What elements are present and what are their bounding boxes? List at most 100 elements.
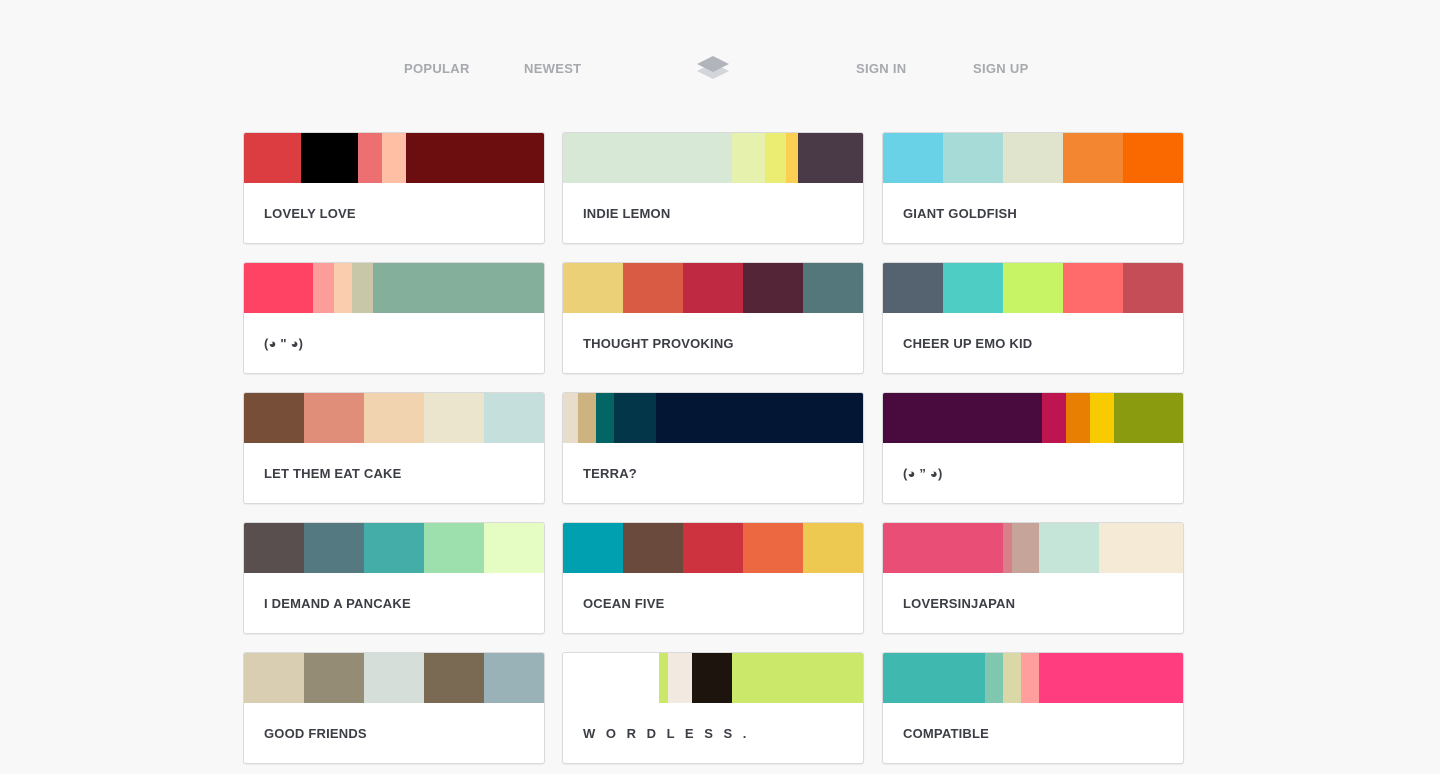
- palette-title[interactable]: W O R D L E S S .: [583, 726, 750, 742]
- color-swatch[interactable]: [424, 393, 484, 443]
- color-swatch[interactable]: [743, 263, 803, 313]
- color-swatch[interactable]: [943, 263, 1003, 313]
- palette-title[interactable]: INDIE LEMON: [583, 206, 670, 222]
- color-swatch[interactable]: [1039, 653, 1183, 703]
- color-swatch[interactable]: [301, 133, 358, 183]
- color-swatch[interactable]: [334, 263, 352, 313]
- color-swatch[interactable]: [683, 263, 743, 313]
- color-swatch[interactable]: [484, 523, 544, 573]
- palette-card[interactable]: GIANT GOLDFISH: [882, 132, 1184, 244]
- color-swatch[interactable]: [563, 393, 578, 443]
- color-swatch[interactable]: [743, 523, 803, 573]
- color-swatch[interactable]: [732, 133, 765, 183]
- nav-popular-link[interactable]: POPULAR: [404, 61, 470, 77]
- palette-title[interactable]: GOOD FRIENDS: [264, 726, 367, 742]
- color-swatch[interactable]: [786, 133, 798, 183]
- color-swatch[interactable]: [1003, 523, 1012, 573]
- palette-card[interactable]: OCEAN FIVE: [562, 522, 864, 634]
- palette-title[interactable]: COMPATIBLE: [903, 726, 989, 742]
- palette-card[interactable]: LOVELY LOVE: [243, 132, 545, 244]
- color-swatch[interactable]: [1021, 653, 1039, 703]
- color-swatch[interactable]: [563, 133, 732, 183]
- color-swatch[interactable]: [563, 523, 623, 573]
- color-swatch[interactable]: [382, 133, 406, 183]
- color-swatch[interactable]: [1063, 263, 1123, 313]
- palette-card[interactable]: COMPATIBLE: [882, 652, 1184, 764]
- palette-title[interactable]: (◕ ” ◕): [903, 466, 943, 482]
- palette-card[interactable]: INDIE LEMON: [562, 132, 864, 244]
- color-swatch[interactable]: [1123, 133, 1183, 183]
- color-swatch[interactable]: [1003, 133, 1063, 183]
- color-swatch[interactable]: [304, 523, 364, 573]
- palette-title[interactable]: TERRA?: [583, 466, 637, 482]
- color-swatch[interactable]: [1066, 393, 1090, 443]
- color-swatch[interactable]: [732, 653, 863, 703]
- color-swatch[interactable]: [1003, 653, 1021, 703]
- nav-sign-up-link[interactable]: SIGN UP: [973, 61, 1029, 77]
- color-swatch[interactable]: [623, 523, 683, 573]
- color-swatch[interactable]: [304, 393, 364, 443]
- color-swatch[interactable]: [484, 653, 544, 703]
- color-swatch[interactable]: [883, 133, 943, 183]
- color-swatch[interactable]: [358, 133, 382, 183]
- layers-icon[interactable]: [695, 56, 731, 86]
- nav-sign-in-link[interactable]: SIGN IN: [856, 61, 907, 77]
- color-swatch[interactable]: [883, 263, 943, 313]
- color-swatch[interactable]: [244, 653, 304, 703]
- color-swatch[interactable]: [352, 263, 373, 313]
- palette-card[interactable]: LOVERSINJAPAN: [882, 522, 1184, 634]
- color-swatch[interactable]: [364, 393, 424, 443]
- palette-title[interactable]: LOVELY LOVE: [264, 206, 356, 222]
- palette-title[interactable]: (◕ " ◕): [264, 336, 303, 352]
- color-swatch[interactable]: [683, 523, 743, 573]
- color-swatch[interactable]: [1099, 523, 1183, 573]
- palette-title[interactable]: THOUGHT PROVOKING: [583, 336, 734, 352]
- color-swatch[interactable]: [563, 263, 623, 313]
- color-swatch[interactable]: [623, 263, 683, 313]
- palette-title[interactable]: LET THEM EAT CAKE: [264, 466, 402, 482]
- color-swatch[interactable]: [883, 523, 1003, 573]
- color-swatch[interactable]: [1012, 523, 1039, 573]
- palette-title[interactable]: OCEAN FIVE: [583, 596, 664, 612]
- color-swatch[interactable]: [803, 523, 863, 573]
- color-swatch[interactable]: [614, 393, 656, 443]
- palette-title[interactable]: CHEER UP EMO KID: [903, 336, 1032, 352]
- palette-title[interactable]: GIANT GOLDFISH: [903, 206, 1017, 222]
- palette-card[interactable]: CHEER UP EMO KID: [882, 262, 1184, 374]
- palette-card[interactable]: W O R D L E S S .: [562, 652, 864, 764]
- palette-card[interactable]: GOOD FRIENDS: [243, 652, 545, 764]
- color-swatch[interactable]: [244, 133, 301, 183]
- color-swatch[interactable]: [1039, 523, 1099, 573]
- palette-title[interactable]: LOVERSINJAPAN: [903, 596, 1015, 612]
- color-swatch[interactable]: [883, 393, 1042, 443]
- color-swatch[interactable]: [424, 653, 484, 703]
- palette-card[interactable]: (◕ ” ◕): [882, 392, 1184, 504]
- color-swatch[interactable]: [692, 653, 732, 703]
- color-swatch[interactable]: [244, 263, 313, 313]
- color-swatch[interactable]: [364, 523, 424, 573]
- color-swatch[interactable]: [765, 133, 786, 183]
- color-swatch[interactable]: [1042, 393, 1066, 443]
- nav-newest-link[interactable]: NEWEST: [524, 61, 581, 77]
- color-swatch[interactable]: [304, 653, 364, 703]
- palette-card[interactable]: LET THEM EAT CAKE: [243, 392, 545, 504]
- color-swatch[interactable]: [668, 653, 692, 703]
- color-swatch[interactable]: [1114, 393, 1183, 443]
- color-swatch[interactable]: [578, 393, 596, 443]
- color-swatch[interactable]: [1063, 133, 1123, 183]
- color-swatch[interactable]: [798, 133, 863, 183]
- color-swatch[interactable]: [883, 653, 985, 703]
- color-swatch[interactable]: [1123, 263, 1183, 313]
- palette-title[interactable]: I DEMAND A PANCAKE: [264, 596, 411, 612]
- color-swatch[interactable]: [943, 133, 1003, 183]
- color-swatch[interactable]: [244, 393, 304, 443]
- color-swatch[interactable]: [424, 523, 484, 573]
- color-swatch[interactable]: [985, 653, 1003, 703]
- color-swatch[interactable]: [596, 393, 614, 443]
- color-swatch[interactable]: [364, 653, 424, 703]
- palette-card[interactable]: I DEMAND A PANCAKE: [243, 522, 545, 634]
- color-swatch[interactable]: [656, 393, 863, 443]
- color-swatch[interactable]: [313, 263, 334, 313]
- color-swatch[interactable]: [1090, 393, 1114, 443]
- palette-card[interactable]: TERRA?: [562, 392, 864, 504]
